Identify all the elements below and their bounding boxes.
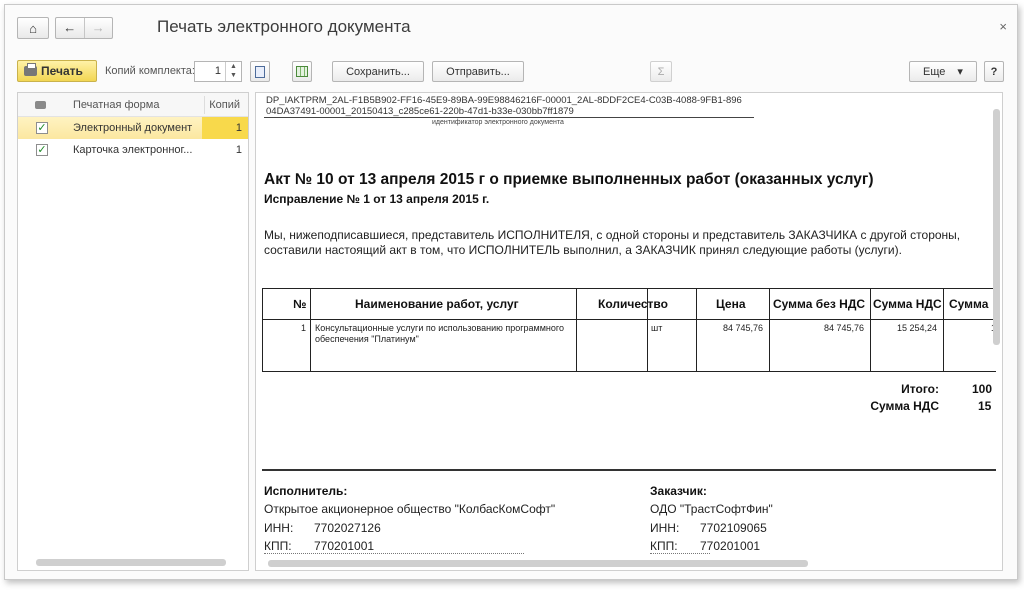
window-title: Печать электронного документа <box>157 17 411 36</box>
customer-org: ОДО "ТрастСофтФин" <box>650 502 773 516</box>
divider <box>943 289 944 371</box>
vertical-scrollbar[interactable] <box>993 109 1000 345</box>
close-icon[interactable]: × <box>999 19 1007 34</box>
divider <box>310 289 311 371</box>
list-item[interactable]: ✓ Электронный документ 1 <box>18 117 248 139</box>
checkbox[interactable]: ✓ <box>36 122 48 134</box>
list-item-copies[interactable]: 1 <box>202 139 248 161</box>
document-id-line1: DP_IAKTPRM_2AL-F1B5B902-FF16-45E9-89BA-9… <box>266 95 742 106</box>
document-title: Акт № 10 от 13 апреля 2015 г о приемке в… <box>264 171 874 188</box>
document-intro: Мы, нижеподписавшиеся, представитель ИСП… <box>264 228 961 257</box>
executor-inn: 7702027126 <box>314 521 381 535</box>
total-label: Итого: <box>901 382 939 396</box>
cut-off-text <box>264 553 524 559</box>
checkbox[interactable]: ✓ <box>36 144 48 156</box>
table-cell-vat: 15 254,24 <box>897 323 938 333</box>
document-id-caption: идентификатор электронного документа <box>432 119 564 126</box>
print-window: ⌂ ← → Печать электронного документа × Пе… <box>4 4 1018 580</box>
sum-button[interactable]: Σ <box>650 61 672 82</box>
executor-inn-label: ИНН: <box>264 521 294 535</box>
copies-label: Копий комплекта: <box>105 65 195 77</box>
back-arrow-icon[interactable]: ← <box>56 18 84 38</box>
divider <box>696 289 697 371</box>
document-sheet: DP_IAKTPRM_2AL-F1B5B902-FF16-45E9-89BA-9… <box>256 93 996 563</box>
total-value: 100 <box>972 382 993 396</box>
divider <box>264 117 754 118</box>
executor-kpp: 770201001 <box>314 539 375 553</box>
form-icon <box>255 65 265 78</box>
table-header-price: Цена <box>716 297 746 311</box>
column-header-form[interactable]: Печатная форма <box>73 99 159 111</box>
table-cell-unit: шт <box>651 323 663 333</box>
home-button[interactable]: ⌂ <box>17 17 49 39</box>
more-label: Еще <box>923 65 946 78</box>
copies-value: 1 <box>214 65 221 77</box>
table-header-name: Наименование работ, услуг <box>355 297 519 311</box>
table-header-vat: Сумма НДС <box>873 297 942 311</box>
help-button[interactable]: ? <box>984 61 1004 82</box>
send-button[interactable]: Отправить... <box>432 61 524 82</box>
history-nav: ← → <box>55 17 113 39</box>
vat-total-label: Сумма НДС <box>870 399 939 413</box>
chevron-down-icon: ▾ <box>957 66 963 78</box>
column-header-copies[interactable]: Копий <box>209 99 240 111</box>
list-item-label: Карточка электронног... <box>73 144 193 156</box>
document-correction: Исправление № 1 от 13 апреля 2015 г. <box>264 192 490 206</box>
more-button[interactable]: Еще ▾ <box>909 61 977 82</box>
printer-icon <box>24 63 37 76</box>
executor-org: Открытое акционерное общество "КолбасКом… <box>264 502 556 516</box>
divider <box>263 319 996 320</box>
spin-arrows-icon[interactable]: ▲ ▼ <box>225 62 241 81</box>
horizontal-scrollbar[interactable] <box>36 559 226 566</box>
spreadsheet-icon <box>296 66 308 77</box>
settings-form-button[interactable] <box>250 61 270 82</box>
print-forms-list: Печатная форма Копий ✓ Электронный докум… <box>17 92 249 571</box>
services-table: № Наименование работ, услуг Количество Ц… <box>262 288 996 372</box>
table-cell-sum-no-vat: 84 745,76 <box>824 323 865 333</box>
customer-inn: 7702109065 <box>700 521 767 535</box>
table-cell-num: 1 <box>301 323 307 333</box>
forward-arrow-icon[interactable]: → <box>85 18 113 38</box>
divider <box>870 289 871 371</box>
cut-off-text <box>650 553 710 559</box>
table-header-sum-no-vat: Сумма без НДС <box>773 297 866 311</box>
vat-total-value: 15 <box>978 399 992 413</box>
table-header-qty: Количество <box>598 297 668 311</box>
copies-stepper[interactable]: 1 ▲ ▼ <box>194 61 242 82</box>
customer-kpp: 770201001 <box>700 539 761 553</box>
home-icon: ⌂ <box>29 20 37 36</box>
save-button[interactable]: Сохранить... <box>332 61 424 82</box>
print-button-label: Печать <box>41 64 83 78</box>
edit-table-button[interactable] <box>292 61 312 82</box>
customer-kpp-label: КПП: <box>650 539 678 553</box>
table-header-sum: Сумма <box>949 297 989 311</box>
divider <box>204 96 205 114</box>
sigma-icon: Σ <box>657 65 665 78</box>
document-id-line2: 04DA37491-00001_20150413_c285ce61-220b-4… <box>266 106 574 117</box>
document-preview[interactable]: DP_IAKTPRM_2AL-F1B5B902-FF16-45E9-89BA-9… <box>255 92 1003 571</box>
list-item-copies[interactable]: 1 <box>202 117 248 139</box>
list-item-label: Электронный документ <box>73 122 193 134</box>
customer-heading: Заказчик: <box>650 484 707 498</box>
print-button[interactable]: Печать <box>17 60 97 82</box>
divider <box>769 289 770 371</box>
list-item[interactable]: ✓ Карточка электронног... 1 <box>18 139 248 161</box>
divider <box>262 469 996 471</box>
printer-icon <box>35 101 46 109</box>
executor-kpp-label: КПП: <box>264 539 292 553</box>
horizontal-scrollbar[interactable] <box>268 560 808 567</box>
table-header-num: № <box>293 297 307 311</box>
table-cell-name: Консультационные услуги по использованию… <box>315 323 564 344</box>
executor-heading: Исполнитель: <box>264 484 348 498</box>
list-header: Печатная форма Копий <box>18 93 248 117</box>
divider <box>576 289 577 371</box>
customer-inn-label: ИНН: <box>650 521 680 535</box>
table-cell-price: 84 745,76 <box>723 323 764 333</box>
